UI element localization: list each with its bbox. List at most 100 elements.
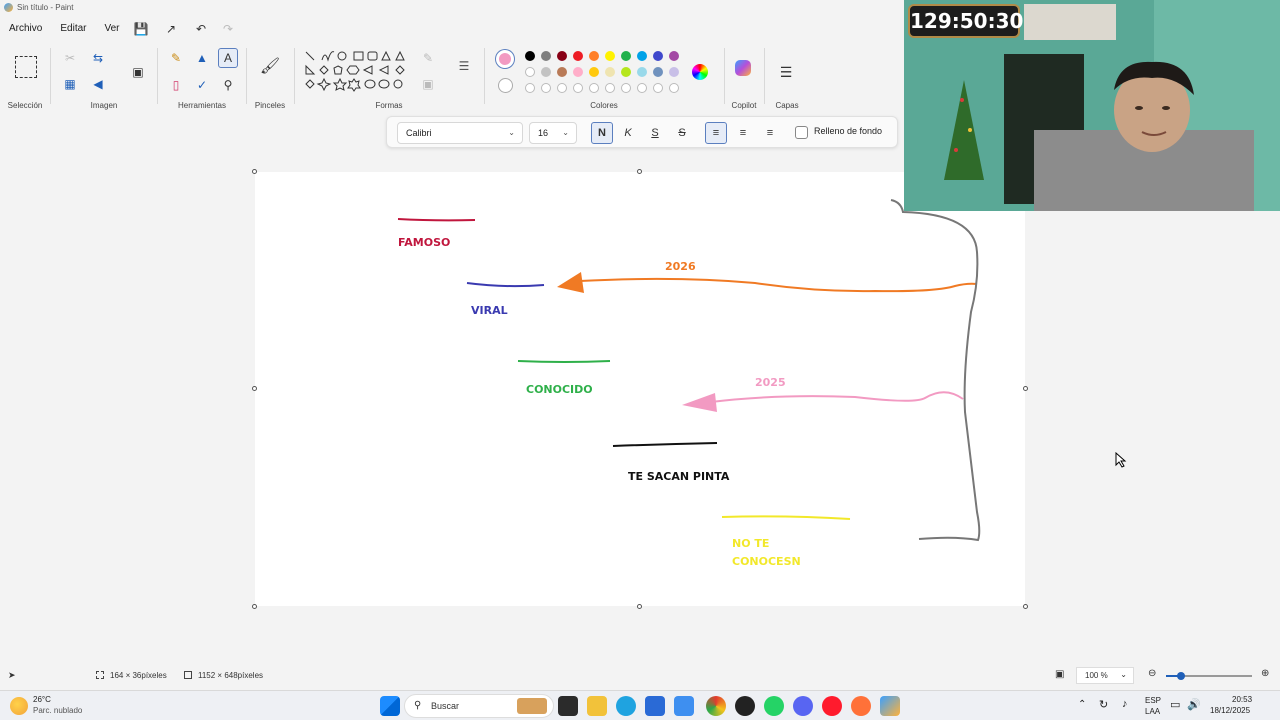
- color-swatch-green[interactable]: [621, 51, 631, 61]
- custom-color-slot[interactable]: [669, 83, 679, 93]
- outlook-icon[interactable]: [674, 696, 694, 716]
- color-swatch-light-yellow[interactable]: [605, 67, 615, 77]
- share-icon[interactable]: ↗: [161, 20, 181, 38]
- firefox-icon[interactable]: [851, 696, 871, 716]
- store-icon[interactable]: [645, 696, 665, 716]
- custom-color-slot[interactable]: [621, 83, 631, 93]
- opera-icon[interactable]: [822, 696, 842, 716]
- font-size-dropdown[interactable]: 16 ⌄: [529, 122, 577, 144]
- custom-color-slot[interactable]: [557, 83, 567, 93]
- language-bottom[interactable]: LAA: [1145, 707, 1160, 716]
- primary-color-swatch[interactable]: [496, 50, 514, 68]
- canvas-handle[interactable]: [637, 169, 642, 174]
- color-swatch-brown[interactable]: [557, 67, 567, 77]
- custom-color-slot[interactable]: [605, 83, 615, 93]
- background-fill-checkbox[interactable]: [795, 126, 808, 139]
- menu-editar[interactable]: Editar: [51, 18, 95, 40]
- outline-icon[interactable]: ✎: [418, 48, 438, 68]
- undo-icon[interactable]: ↶: [191, 20, 211, 38]
- color-swatch-gray[interactable]: [541, 51, 551, 61]
- crop-icon[interactable]: ✂: [60, 48, 80, 68]
- discord-icon[interactable]: [793, 696, 813, 716]
- canvas-handle[interactable]: [1023, 604, 1028, 609]
- align-right-icon[interactable]: ≡: [759, 122, 781, 144]
- shape-size-icon[interactable]: ☰: [454, 56, 474, 76]
- brush-icon[interactable]: 🖌: [260, 56, 280, 76]
- zoom-dropdown[interactable]: 100 % ⌄: [1076, 667, 1134, 684]
- align-left-icon[interactable]: ≡: [705, 122, 727, 144]
- color-swatch-indigo[interactable]: [653, 51, 663, 61]
- weather-icon[interactable]: [10, 697, 28, 715]
- microphone-icon[interactable]: ♪: [1122, 698, 1128, 710]
- color-swatch-blue-gray[interactable]: [653, 67, 663, 77]
- color-swatch-light-gray[interactable]: [541, 67, 551, 77]
- eraser-icon[interactable]: ▯: [166, 75, 186, 95]
- canvas-handle[interactable]: [1023, 386, 1028, 391]
- color-swatch-orange[interactable]: [589, 51, 599, 61]
- fill-shape-icon[interactable]: ▣: [418, 74, 438, 94]
- color-swatch-purple[interactable]: [669, 51, 679, 61]
- color-swatch-turquoise[interactable]: [637, 51, 647, 61]
- paint-taskbar-icon[interactable]: [880, 696, 900, 716]
- color-swatch-lavender[interactable]: [669, 67, 679, 77]
- zoom-out-icon[interactable]: ⊖: [1148, 668, 1156, 679]
- zoom-slider-thumb[interactable]: [1177, 672, 1185, 680]
- edge-icon[interactable]: [616, 696, 636, 716]
- text-tool-icon[interactable]: A: [218, 48, 238, 68]
- fill-bucket-icon[interactable]: ▲: [192, 48, 212, 68]
- image-effects-icon[interactable]: ▦: [60, 74, 80, 94]
- custom-color-slot[interactable]: [525, 83, 535, 93]
- custom-color-slot[interactable]: [541, 83, 551, 93]
- zoom-in-icon[interactable]: ⊕: [1261, 668, 1269, 679]
- color-swatch-yellow[interactable]: [605, 51, 615, 61]
- color-swatch-black[interactable]: [525, 51, 535, 61]
- secondary-color-swatch[interactable]: [498, 78, 513, 93]
- chevron-up-icon[interactable]: ⌃: [1078, 699, 1086, 710]
- windows-start-icon[interactable]: [380, 696, 400, 716]
- strikethrough-button[interactable]: S: [671, 122, 693, 144]
- volume-icon[interactable]: 🔊: [1187, 698, 1201, 711]
- custom-color-slot[interactable]: [653, 83, 663, 93]
- clock-date[interactable]: 18/12/2025: [1210, 706, 1250, 715]
- whatsapp-icon[interactable]: [764, 696, 784, 716]
- sync-icon[interactable]: ↻: [1099, 698, 1108, 711]
- taskbar-search[interactable]: ⚲ Buscar: [404, 694, 554, 718]
- menu-archivo[interactable]: Archivo: [0, 18, 51, 40]
- canvas-handle[interactable]: [252, 386, 257, 391]
- color-swatch-light-turquoise[interactable]: [637, 67, 647, 77]
- color-swatch-white[interactable]: [525, 67, 535, 77]
- redo-icon[interactable]: ↷: [218, 20, 238, 38]
- task-view-icon[interactable]: [558, 696, 578, 716]
- menu-ver[interactable]: Ver: [95, 18, 128, 40]
- edit-colors-icon[interactable]: [692, 64, 708, 80]
- network-icon[interactable]: ▭: [1170, 698, 1180, 711]
- bold-button[interactable]: N: [591, 122, 613, 144]
- shapes-gallery-icon[interactable]: [302, 48, 414, 100]
- drawing-canvas[interactable]: FAMOSO VIRAL CONOCIDO TE SACAN PINTA NO …: [255, 172, 1025, 606]
- font-family-dropdown[interactable]: Calibri ⌄: [397, 122, 523, 144]
- select-rectangle-icon[interactable]: [15, 56, 37, 78]
- canvas-handle[interactable]: [252, 169, 257, 174]
- obs-icon[interactable]: [735, 696, 755, 716]
- copilot-icon[interactable]: [735, 60, 751, 76]
- color-swatch-rose[interactable]: [573, 67, 583, 77]
- align-center-icon[interactable]: ≡: [732, 122, 754, 144]
- magnifier-icon[interactable]: ⚲: [218, 75, 238, 95]
- rotate-icon[interactable]: ◀: [88, 74, 108, 94]
- canvas-handle[interactable]: [637, 604, 642, 609]
- color-picker-icon[interactable]: ✓: [192, 75, 212, 95]
- custom-color-slot[interactable]: [573, 83, 583, 93]
- resize-icon[interactable]: ⇆: [88, 48, 108, 68]
- italic-button[interactable]: K: [617, 122, 639, 144]
- fit-to-window-icon[interactable]: ▣: [1055, 669, 1064, 680]
- color-swatch-red[interactable]: [573, 51, 583, 61]
- custom-color-slot[interactable]: [589, 83, 599, 93]
- layers-icon[interactable]: ☰: [776, 62, 796, 82]
- custom-color-slot[interactable]: [637, 83, 647, 93]
- language-top[interactable]: ESP: [1145, 696, 1161, 705]
- color-swatch-gold[interactable]: [589, 67, 599, 77]
- canvas-handle[interactable]: [252, 604, 257, 609]
- color-swatch-lime[interactable]: [621, 67, 631, 77]
- color-swatch-dark-red[interactable]: [557, 51, 567, 61]
- file-explorer-icon[interactable]: [587, 696, 607, 716]
